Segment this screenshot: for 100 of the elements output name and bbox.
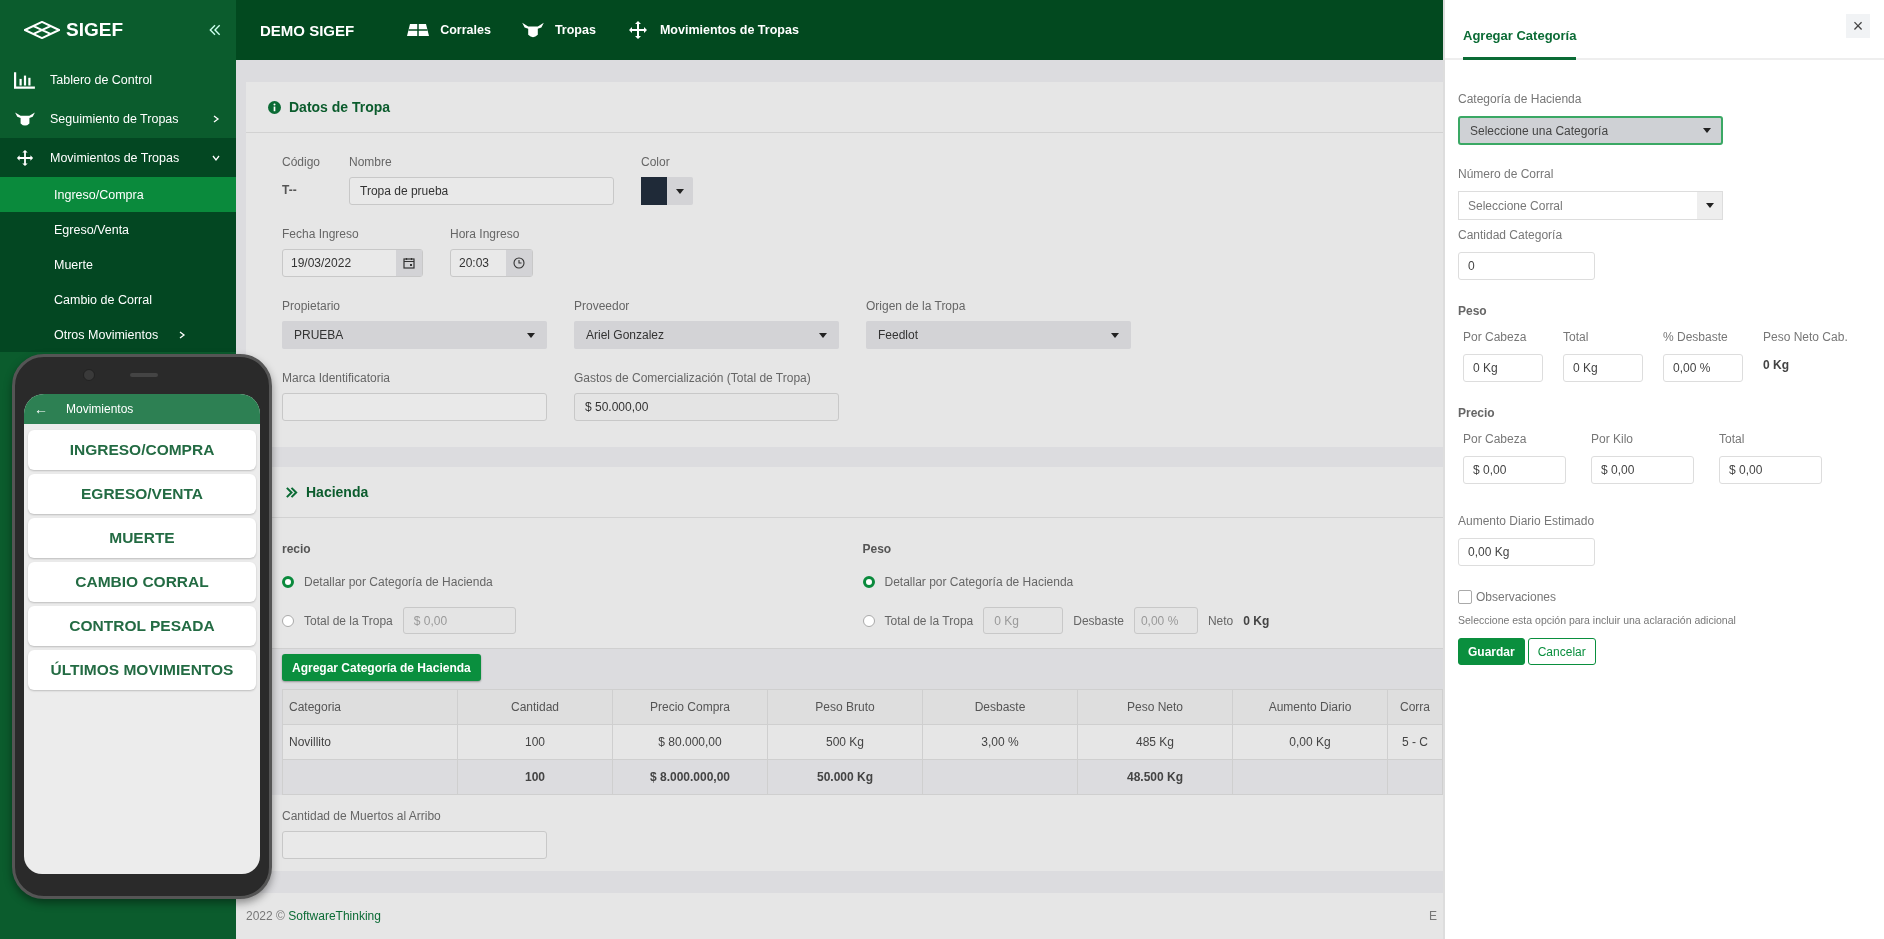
field-label: Gastos de Comercialización (Total de Tropa) [574,371,812,385]
card-title: Hacienda [306,484,369,500]
quantity-field[interactable]: 0 [1458,252,1595,280]
column-header: Cantidad [457,689,613,725]
input-field[interactable] [282,831,547,859]
column-header: Categoria [282,689,458,725]
section-title: Precio [1458,406,1495,420]
section-title: Peso [1458,304,1487,318]
radio-label: Total de la Tropa [884,613,974,628]
help-text: Seleccione esta opción para incluir una aclaración adicional [1458,614,1736,626]
menu-button[interactable]: CAMBIO CORRAL [28,562,256,602]
panel-tab[interactable]: Agregar Categoría [1463,28,1577,60]
select-field[interactable]: Feedlot [866,321,1131,349]
cost-field[interactable]: $ 50.000,00 [574,393,839,421]
sidebar-item[interactable]: Seguimiento de Tropas [0,99,236,138]
radio-button[interactable] [862,575,875,588]
table-cell: 100 [457,724,613,760]
column-header: Corra [1387,689,1443,725]
field-label: Por Cabeza [1463,432,1527,446]
field-label: Total [1719,432,1745,446]
menu-button[interactable]: MUERTE [28,518,256,558]
net-value: 0 Kg [1243,613,1270,628]
select-field[interactable]: Ariel Gonzalez [574,321,839,349]
submenu-item[interactable]: Egreso/Venta [0,212,236,247]
total-cell: 50.000 Kg [767,759,923,795]
chevron-icon [212,114,220,123]
time-field[interactable]: 20:03 [450,249,533,277]
menu-button[interactable]: INGRESO/COMPRA [28,430,256,470]
column-header: Precio Compra [612,689,768,725]
column-header: Aumento Diario [1232,689,1388,725]
chevron-icon [178,330,186,339]
field-label: Hora Ingreso [450,227,521,241]
weight-field[interactable]: 0 Kg [1463,354,1543,382]
collapse-icon[interactable] [208,24,222,36]
radio-label: Total de la Tropa [304,613,393,628]
logo-icon [24,21,60,39]
date-field[interactable]: 19/03/2022 [282,249,423,277]
save-button[interactable]: Guardar [1458,638,1525,665]
nav-link[interactable]: Tropas [520,20,596,40]
clock-icon [513,257,525,269]
weight-field[interactable]: 0 Kg [1563,354,1643,382]
total-field[interactable]: $ 0,00 [402,607,516,634]
menu-button[interactable]: CONTROL PESADA [28,606,256,646]
field-label: Cantidad Categoría [1458,228,1563,242]
radio-button[interactable] [282,575,294,588]
radio-button[interactable] [282,614,294,627]
select-field[interactable]: PRUEBA [282,321,547,349]
submenu-item[interactable]: Cambio de Corral [0,282,236,317]
radio-label: Detallar por Categoría de Hacienda [884,574,1074,589]
close-button[interactable]: × [1846,14,1870,38]
info-icon [268,100,281,114]
sidebar-item[interactable]: Movimientos de Tropas [0,138,236,177]
bar-chart-icon [14,70,36,89]
column-header: Peso Neto [1077,689,1233,725]
cancel-button[interactable]: Cancelar [1527,638,1596,665]
table-cell: Novillito [282,724,458,760]
total-cell: 100 [457,759,613,795]
app-title: DEMO SIGEF [260,21,355,39]
menu-button[interactable]: ÚLTIMOS MOVIMIENTOS [28,650,256,690]
table-cell: $ 80.000,00 [612,724,768,760]
code-value: T-- [282,183,298,197]
column-header: Peso Bruto [767,689,923,725]
double-chevron-icon [285,485,298,499]
total-cell: 48.500 Kg [1077,759,1233,795]
field-label: Nombre [349,155,393,169]
field-label: Aumento Diario Estimado [1458,514,1595,528]
table-cell: 485 Kg [1077,724,1233,760]
submenu-item[interactable]: Ingreso/Compra [0,177,236,212]
price-field[interactable]: $ 0,00 [1463,456,1566,484]
calendar-icon [403,257,415,269]
price-field[interactable]: $ 0,00 [1719,456,1822,484]
back-button[interactable]: ← [34,401,48,417]
sidebar-item[interactable]: Tablero de Control [0,60,236,99]
menu-button[interactable]: EGRESO/VENTA [28,474,256,514]
category-select[interactable]: Seleccione una Categoría [1458,116,1723,145]
input-field[interactable] [282,393,547,421]
nav-link[interactable]: Corrales [406,20,491,40]
name-field[interactable]: Tropa de prueba [349,177,614,205]
field-label: Por Kilo [1591,432,1634,446]
nav-link[interactable]: Movimientos de Tropas [625,20,799,40]
submenu-item[interactable]: Muerte [0,247,236,282]
desbaste-field[interactable]: 0,00 % [1133,607,1198,634]
caret-icon [1111,332,1119,338]
field-label: Por Cabeza [1463,330,1527,344]
move-arrows-icon [14,148,36,167]
color-picker[interactable] [641,177,693,205]
table-cell: 0,00 Kg [1232,724,1388,760]
add-category-button[interactable]: Agregar Categoría de Hacienda [282,654,481,681]
group-title: recio [282,542,312,556]
checkbox[interactable] [1458,590,1472,604]
submenu-item[interactable]: Otros Movimientos [0,317,236,352]
table-cell: 500 Kg [767,724,923,760]
weight-field[interactable]: 0,00 % [1663,354,1743,382]
price-field[interactable]: $ 0,00 [1591,456,1694,484]
footer-text: E [1429,909,1437,923]
radio-button[interactable] [862,614,875,627]
caret-icon [819,332,827,338]
total-field[interactable]: 0 Kg [983,607,1064,634]
daily-gain-field[interactable]: 0,00 Kg [1458,538,1595,566]
corral-select[interactable]: Seleccione Corral [1458,191,1723,220]
